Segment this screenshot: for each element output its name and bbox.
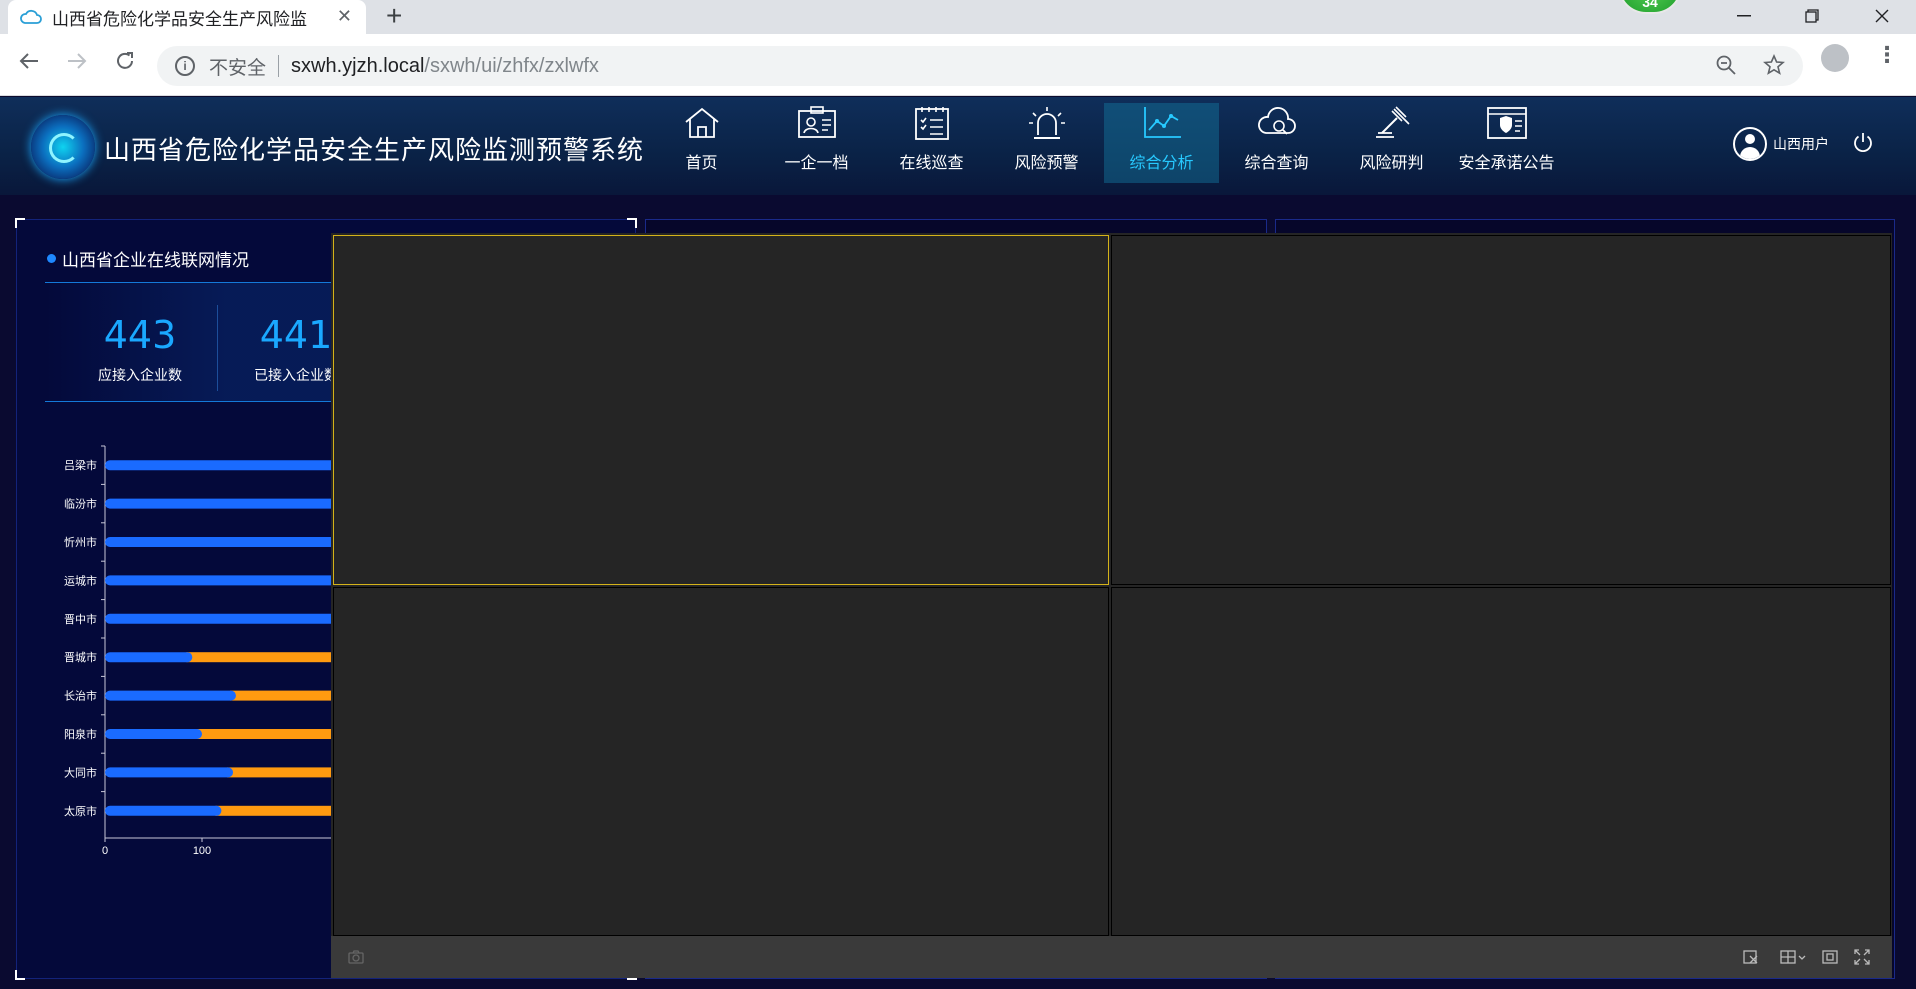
stat-should-connect: 443 应接入企业数 bbox=[65, 313, 215, 385]
browser-toolbar: i 不安全 sxwh.yjzh.local /sxwh/ui/zhfx/zxlw… bbox=[0, 34, 1916, 96]
title-dot-icon bbox=[47, 254, 56, 263]
nav-label: 在线巡查 bbox=[899, 155, 964, 172]
x-tick-label: 100 bbox=[193, 845, 211, 857]
nav-label: 综合查询 bbox=[1244, 155, 1309, 172]
id-card-icon bbox=[797, 106, 836, 138]
video-cell-4[interactable] bbox=[1111, 587, 1891, 936]
video-cell-2[interactable] bbox=[1111, 235, 1891, 585]
extension-badge[interactable]: 34 bbox=[1618, 0, 1682, 14]
nav-label: 风险研判 bbox=[1359, 155, 1424, 172]
user-menu[interactable]: 山西用户 bbox=[1733, 127, 1829, 161]
video-control-bar bbox=[331, 936, 1892, 978]
nav-label: 风险预警 bbox=[1014, 155, 1079, 172]
url-host: sxwh.yjzh.local bbox=[291, 54, 425, 77]
window-fit-icon[interactable] bbox=[1821, 948, 1839, 966]
app-header: 山西省危险化学品安全生产风险监测预警系统 首页 一企一档 在线巡查 风险预警 综… bbox=[0, 97, 1916, 195]
shield-document-icon bbox=[1486, 107, 1527, 139]
camera-snapshot-icon[interactable] bbox=[347, 948, 365, 966]
restore-button[interactable] bbox=[1778, 0, 1846, 32]
layout-split-icon[interactable] bbox=[1780, 948, 1808, 966]
nav-item-enterprise-file[interactable]: 一企一档 bbox=[759, 103, 874, 183]
nav-item-risk-warning[interactable]: 风险预警 bbox=[989, 103, 1104, 183]
url-path: /sxwh/ui/zhfx/zxlwfx bbox=[424, 54, 599, 77]
y-tick-label: 晋城市 bbox=[64, 650, 97, 664]
new-tab-button[interactable]: + bbox=[386, 1, 402, 31]
address-bar[interactable]: i 不安全 sxwh.yjzh.local /sxwh/ui/zhfx/zxlw… bbox=[157, 46, 1803, 86]
panel-corner bbox=[15, 970, 25, 980]
minimize-button[interactable] bbox=[1710, 0, 1778, 32]
power-icon[interactable] bbox=[1852, 131, 1874, 153]
cloud-icon bbox=[20, 6, 42, 28]
profile-avatar[interactable] bbox=[1821, 44, 1849, 72]
line-chart-icon bbox=[1143, 107, 1181, 138]
close-window-button[interactable] bbox=[1848, 0, 1916, 32]
nav-label: 首页 bbox=[685, 155, 718, 172]
video-cell-3[interactable] bbox=[333, 587, 1109, 936]
nav-item-comprehensive-query[interactable]: 综合查询 bbox=[1219, 103, 1334, 183]
close-all-icon[interactable] bbox=[1742, 948, 1760, 966]
nav-label: 安全承诺公告 bbox=[1458, 155, 1555, 172]
tab-title: 山西省危险化学品安全生产风险监 bbox=[52, 9, 307, 29]
y-tick-label: 晋中市 bbox=[64, 612, 97, 626]
video-cell-1[interactable] bbox=[333, 235, 1109, 585]
panel-corner bbox=[627, 218, 637, 228]
main-nav: 首页 一企一档 在线巡查 风险预警 综合分析 综合查询 风险研判 安全承诺公告 bbox=[644, 103, 1564, 187]
y-tick-label: 吕梁市 bbox=[64, 458, 97, 472]
y-tick-label: 运城市 bbox=[64, 573, 97, 587]
nav-item-home[interactable]: 首页 bbox=[644, 103, 759, 183]
browser-tab[interactable]: 山西省危险化学品安全生产风险监 ✕ bbox=[8, 0, 366, 34]
browser-tabstrip: 山西省危险化学品安全生产风险监 ✕ + 34 bbox=[0, 0, 1916, 34]
cloud-search-icon bbox=[1257, 107, 1296, 135]
tab-close-icon[interactable]: ✕ bbox=[337, 6, 352, 27]
stat-value: 443 bbox=[103, 313, 177, 357]
address-separator bbox=[278, 55, 280, 77]
video-player[interactable] bbox=[331, 233, 1892, 978]
info-icon[interactable]: i bbox=[175, 56, 195, 76]
alarm-light-icon bbox=[1028, 107, 1065, 139]
x-tick-label: 0 bbox=[102, 845, 108, 857]
nav-item-comprehensive-analysis[interactable]: 综合分析 bbox=[1104, 103, 1219, 183]
bar-segment-blue bbox=[105, 652, 193, 663]
reload-icon[interactable] bbox=[110, 50, 140, 79]
panel-title-text: 山西省企业在线联网情况 bbox=[62, 251, 249, 270]
stat-label: 应接入企业数 bbox=[98, 367, 182, 383]
y-tick-label: 阳泉市 bbox=[64, 727, 97, 741]
zoom-icon[interactable] bbox=[1715, 54, 1737, 82]
y-tick-label: 临汾市 bbox=[64, 497, 97, 511]
stat-divider bbox=[217, 305, 218, 391]
y-tick-label: 忻州市 bbox=[64, 535, 97, 549]
back-icon[interactable] bbox=[14, 50, 44, 79]
insecure-label: 不安全 bbox=[209, 57, 267, 79]
y-tick-label: 大同市 bbox=[64, 765, 97, 779]
bar-segment-blue bbox=[105, 690, 236, 701]
app-title: 山西省危险化学品安全生产风险监测预警系统 bbox=[104, 135, 645, 165]
fullscreen-icon[interactable] bbox=[1853, 948, 1871, 966]
nav-label: 综合分析 bbox=[1129, 155, 1194, 172]
user-icon bbox=[1733, 127, 1767, 161]
user-name: 山西用户 bbox=[1773, 136, 1829, 152]
nav-label: 一企一档 bbox=[784, 155, 849, 172]
nav-item-safety-commitment[interactable]: 安全承诺公告 bbox=[1449, 103, 1564, 183]
forward-icon[interactable] bbox=[62, 50, 92, 79]
bar-segment-blue bbox=[105, 805, 222, 816]
browser-menu-icon[interactable]: ⋮ bbox=[1876, 42, 1898, 68]
bar-segment-blue bbox=[105, 729, 202, 739]
checklist-icon bbox=[914, 107, 949, 140]
radar-logo-icon bbox=[31, 115, 95, 179]
nav-item-online-inspection[interactable]: 在线巡查 bbox=[874, 103, 989, 183]
bookmark-star-icon[interactable] bbox=[1763, 53, 1785, 82]
nav-item-risk-assessment[interactable]: 风险研判 bbox=[1334, 103, 1449, 183]
y-tick-label: 长治市 bbox=[64, 689, 97, 703]
panel-title: 山西省企业在线联网情况 bbox=[47, 246, 249, 271]
gavel-icon bbox=[1375, 106, 1410, 138]
y-tick-label: 太原市 bbox=[64, 804, 97, 818]
panel-corner bbox=[15, 218, 25, 228]
bar-segment-blue bbox=[105, 767, 234, 778]
home-icon bbox=[684, 107, 719, 138]
